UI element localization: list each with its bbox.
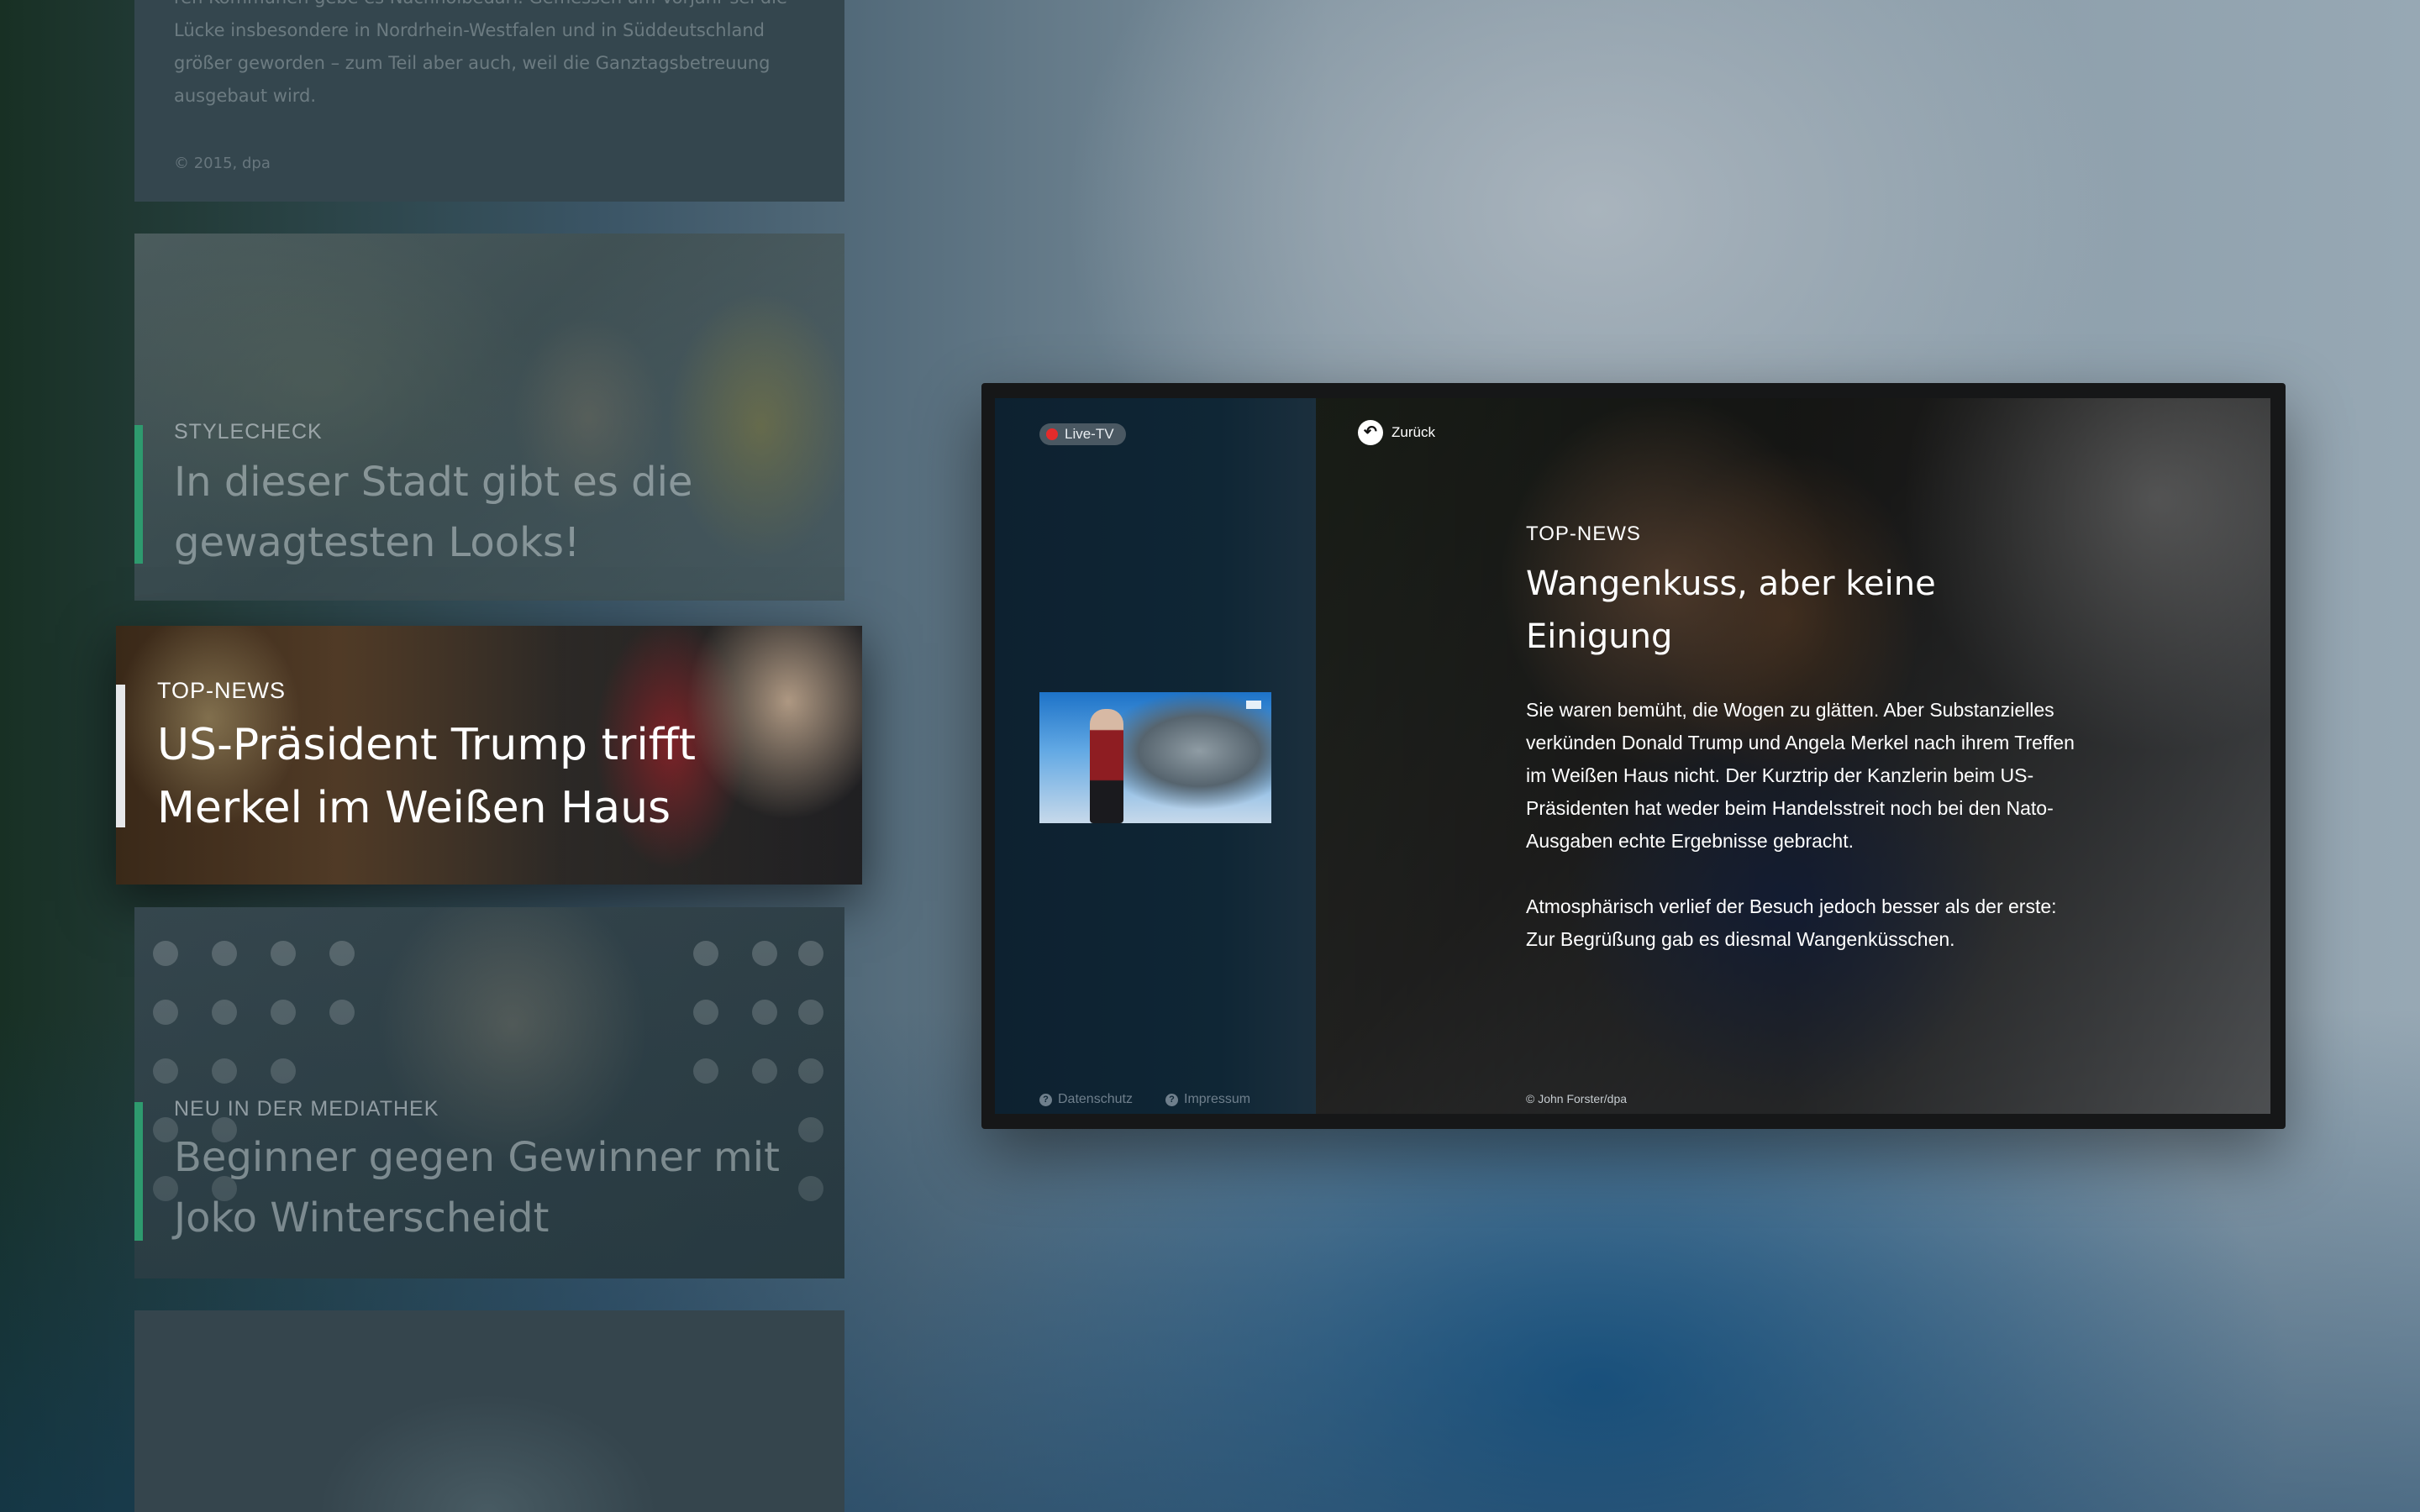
news-card-partial[interactable] <box>134 1310 844 1512</box>
card-headline: In dieser Stadt gibt es die gewagtesten … <box>174 459 693 566</box>
live-tv-preview[interactable] <box>1039 692 1271 823</box>
tv-sidebar: Live-TV ? Datenschutz ? Impressum <box>995 398 1316 1114</box>
news-card-stylecheck[interactable]: STYLECHECK In dieser Stadt gibt es die g… <box>134 234 844 601</box>
article-title: Wangenkuss, aber keine Einigung <box>1526 564 1936 656</box>
tv-screen: Live-TV ? Datenschutz ? Impressum ↶ Zurü… <box>995 398 2270 1114</box>
article-body: Sie waren bemüht, die Wogen zu glätten. … <box>1526 694 2081 956</box>
live-tv-button[interactable]: Live-TV <box>1039 423 1126 445</box>
card-body-text: ren Kommunen gebe es Nachholbedarf. Geme… <box>174 0 787 106</box>
privacy-link[interactable]: ? Datenschutz <box>1039 1092 1133 1107</box>
article-panel: ↶ Zurück TOP-NEWS Wangenkuss, aber keine… <box>1316 398 2270 1114</box>
card-credit: © 2015, dpa <box>174 155 271 172</box>
news-anchor-figure <box>1090 709 1123 823</box>
privacy-label: Datenschutz <box>1058 1092 1133 1106</box>
article-kicker: TOP-NEWS <box>1526 522 1641 545</box>
card-kicker: TOP-NEWS <box>157 678 287 703</box>
news-card-text[interactable]: ren Kommunen gebe es Nachholbedarf. Geme… <box>134 0 844 202</box>
back-arrow-icon: ↶ <box>1358 420 1383 445</box>
question-circle-icon: ? <box>1039 1093 1052 1106</box>
question-circle-icon: ? <box>1165 1093 1178 1106</box>
back-label: Zurück <box>1392 424 1435 440</box>
card-kicker: NEU IN DER MEDIATHEK <box>174 1097 439 1121</box>
tv-frame: Live-TV ? Datenschutz ? Impressum ↶ Zurü… <box>981 383 2286 1129</box>
article-paragraph: Sie waren bemüht, die Wogen zu glätten. … <box>1526 699 2075 852</box>
card-headline: US-Präsident Trump trifft Merkel im Weiß… <box>157 720 697 833</box>
article-photo-credit: © John Forster/dpa <box>1526 1092 1628 1105</box>
imprint-label: Impressum <box>1184 1092 1251 1106</box>
card-accent-bar <box>134 1102 143 1241</box>
card-kicker: STYLECHECK <box>174 420 323 444</box>
news-card-mediathek[interactable]: NEU IN DER MEDIATHEK Beginner gegen Gewi… <box>134 907 844 1278</box>
card-headline: Beginner gegen Gewinner mit Joko Winters… <box>174 1134 780 1242</box>
news-card-top-news-selected[interactable]: TOP-NEWS US-Präsident Trump trifft Merke… <box>116 626 862 885</box>
imprint-link[interactable]: ? Impressum <box>1165 1092 1250 1107</box>
card-accent-bar <box>134 425 143 564</box>
card-focus-bar <box>116 685 125 827</box>
back-button[interactable]: ↶ Zurück <box>1358 420 1435 445</box>
channel-logo-icon <box>1246 701 1261 709</box>
live-tv-label: Live-TV <box>1065 426 1114 442</box>
card-image <box>134 1310 844 1512</box>
article-paragraph: Atmosphärisch verlief der Besuch jedoch … <box>1526 895 2057 950</box>
red-dot-icon <box>1046 428 1058 440</box>
